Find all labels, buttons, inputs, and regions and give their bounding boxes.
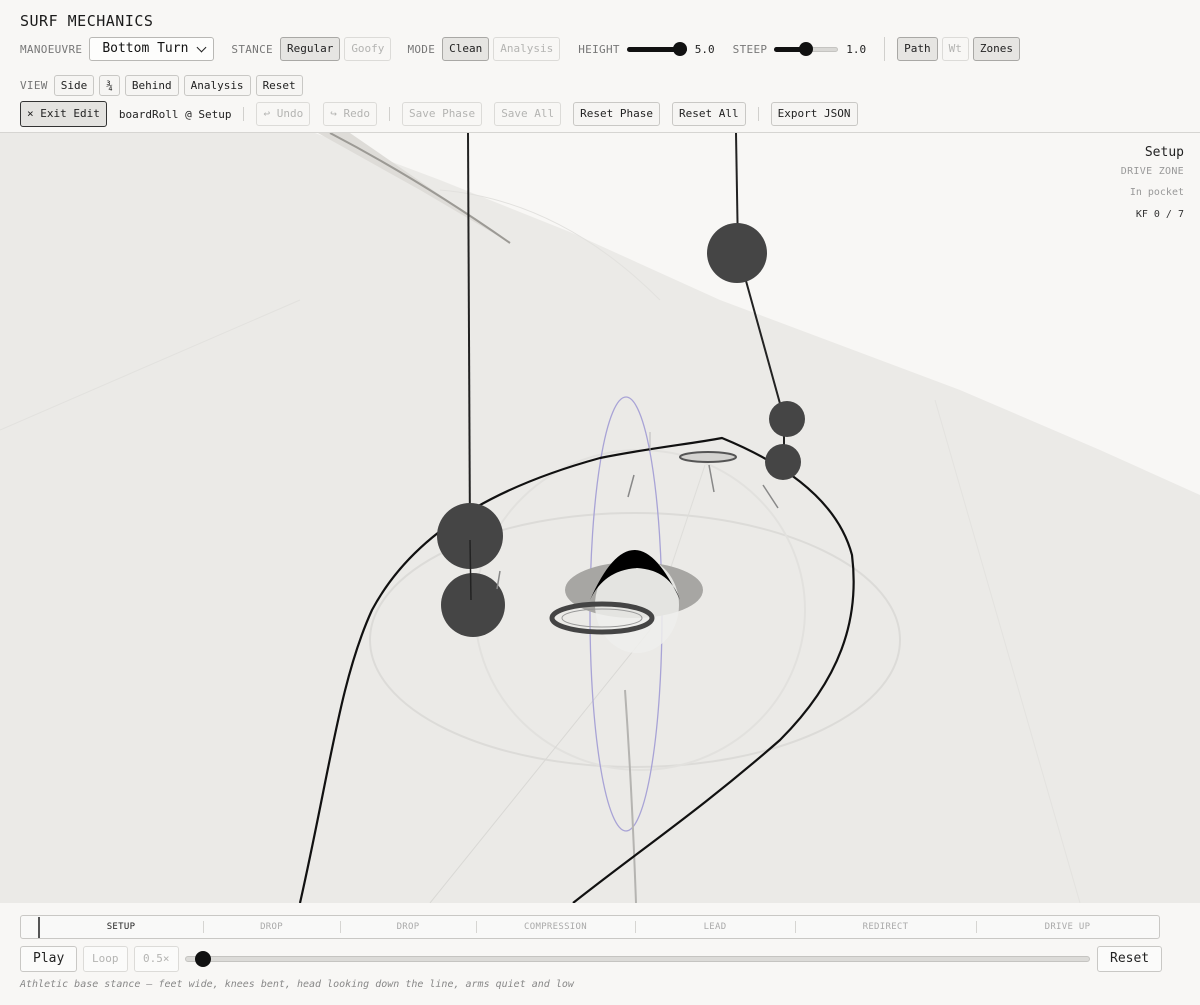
- top-toolbar: SURF MECHANICS MANOEUVRE Bottom Turn STA…: [0, 0, 1200, 133]
- force-arrow: [627, 474, 635, 498]
- board-track: [624, 689, 637, 903]
- manoeuvre-label: MANOEUVRE: [20, 42, 83, 56]
- timeline-phase-setup[interactable]: SETUP: [39, 916, 203, 938]
- play-button[interactable]: Play: [20, 946, 78, 972]
- 3d-viewport[interactable]: Setup DRIVE ZONE In pocket KF 0 / 7: [0, 133, 1200, 903]
- height-label: HEIGHT: [578, 42, 620, 56]
- export-json-button[interactable]: Export JSON: [770, 102, 858, 126]
- manoeuvre-select[interactable]: Bottom Turn: [89, 37, 215, 61]
- left-limb-line: [469, 539, 472, 601]
- view-reset-button[interactable]: Reset: [255, 74, 303, 96]
- hud-keyframe: KF 0 / 7: [1135, 209, 1184, 220]
- steep-slider[interactable]: [774, 42, 839, 56]
- steep-label: STEEP: [732, 42, 768, 56]
- scrubber-thumb[interactable]: [195, 951, 212, 967]
- weight-toggle[interactable]: Wt: [941, 37, 969, 61]
- hud-phase: Setup: [1144, 145, 1184, 160]
- loop-button[interactable]: Loop: [83, 946, 128, 972]
- left-foot-joint[interactable]: [441, 573, 505, 637]
- view-three-quarter-button[interactable]: ¾: [99, 74, 120, 96]
- speed-button[interactable]: 0.5×: [134, 946, 179, 972]
- force-arrow: [708, 464, 715, 493]
- wave-face-line: [934, 399, 1081, 903]
- mode-label: MODE: [407, 42, 436, 56]
- right-shoulder-joint[interactable]: [707, 223, 767, 283]
- right-elbow-joint[interactable]: [769, 401, 805, 437]
- view-behind-button[interactable]: Behind: [124, 74, 179, 96]
- reset-all-button[interactable]: Reset All: [672, 102, 746, 126]
- edit-row: × Exit Edit boardRoll @ Setup ↩ Undo ↪ R…: [20, 101, 858, 127]
- reset-phase-button[interactable]: Reset Phase: [573, 102, 661, 126]
- edit-divider: [757, 107, 759, 121]
- sky-area: [315, 133, 1200, 495]
- toolbar-divider: [884, 37, 886, 61]
- stance-label: STANCE: [231, 42, 273, 56]
- mode-clean-button[interactable]: Clean: [442, 37, 490, 61]
- reset-playback-button[interactable]: Reset: [1097, 946, 1163, 972]
- mode-analysis-button[interactable]: Analysis: [493, 37, 561, 61]
- zones-toggle[interactable]: Zones: [972, 37, 1021, 61]
- path-line: [298, 436, 855, 903]
- path-toggle[interactable]: Path: [897, 37, 938, 61]
- view-row: VIEW Side ¾ Behind Analysis Reset: [20, 74, 303, 96]
- steep-value: 1.0: [846, 42, 867, 56]
- timeline-phase-redirect[interactable]: REDIRECT: [795, 916, 976, 938]
- edit-divider: [388, 107, 390, 121]
- view-label: VIEW: [20, 78, 48, 92]
- timeline-phase-drop[interactable]: DROP: [203, 916, 340, 938]
- playback-scrubber[interactable]: [185, 951, 1090, 967]
- controls-row: MANOEUVRE Bottom Turn STANCE Regular Goo…: [20, 37, 1021, 61]
- height-thumb[interactable]: [672, 42, 687, 56]
- timeline-phase-drive-up[interactable]: DRIVE UP: [976, 916, 1159, 938]
- save-phase-button[interactable]: Save Phase: [401, 102, 483, 126]
- manoeuvre-value: Bottom Turn: [102, 41, 189, 56]
- right-hand-joint[interactable]: [765, 444, 801, 480]
- undo-button[interactable]: ↩ Undo: [256, 102, 311, 126]
- steep-thumb[interactable]: [799, 42, 814, 56]
- redo-button[interactable]: ↪ Redo: [323, 102, 377, 126]
- hud-pocket: In pocket: [1129, 187, 1184, 198]
- scrubber-track: [185, 956, 1090, 962]
- playback-panel: SETUP DROP DROP COMPRESSION LEAD REDIREC…: [0, 903, 1200, 1005]
- chevron-down-icon: [196, 42, 207, 52]
- stance-goofy-button[interactable]: Goofy: [344, 37, 392, 61]
- timeline-phase-compression[interactable]: COMPRESSION: [476, 916, 635, 938]
- view-analysis-button[interactable]: Analysis: [183, 74, 251, 96]
- scene-canvas: [0, 133, 1200, 903]
- edit-target: boardRoll @ Setup: [118, 107, 232, 121]
- view-side-button[interactable]: Side: [53, 74, 95, 96]
- wave-face-line: [0, 299, 301, 431]
- phase-timeline[interactable]: SETUP DROP DROP COMPRESSION LEAD REDIREC…: [20, 915, 1160, 939]
- stance-regular-button[interactable]: Regular: [279, 37, 341, 61]
- exit-edit-button[interactable]: × Exit Edit: [20, 101, 107, 127]
- phase-caption: Athletic base stance — feet wide, knees …: [20, 979, 574, 990]
- save-all-button[interactable]: Save All: [494, 102, 562, 126]
- app-title: SURF MECHANICS: [20, 12, 154, 30]
- height-slider[interactable]: [626, 42, 687, 56]
- height-value: 5.0: [694, 42, 715, 56]
- weight-marker: [679, 451, 737, 463]
- hud-zone: DRIVE ZONE: [1120, 166, 1184, 177]
- timeline-phase-lead[interactable]: LEAD: [635, 916, 795, 938]
- edit-divider: [243, 107, 245, 121]
- timeline-phase-drop-2[interactable]: DROP: [340, 916, 476, 938]
